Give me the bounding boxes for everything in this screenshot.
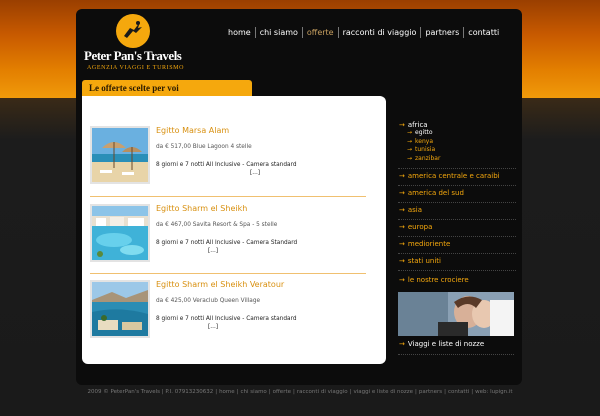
sidebar-item-europa[interactable]: → europa xyxy=(398,223,516,231)
nav-home[interactable]: home xyxy=(224,27,255,38)
arrow-icon: → xyxy=(407,129,413,136)
wedding-promo-image[interactable] xyxy=(398,292,514,336)
top-nav: home chi siamo offerte racconti di viagg… xyxy=(224,27,503,38)
logo-emblem-icon xyxy=(116,14,150,48)
sidebar-group: → asia xyxy=(398,203,516,220)
offer-more-link[interactable]: [...] xyxy=(208,248,218,254)
sidebar-group: → le nostre crociere xyxy=(398,271,516,289)
sidebar-sub-kenya[interactable]: → kenya xyxy=(407,138,516,147)
arrow-icon: → xyxy=(399,189,405,197)
sidebar-sub-tunisia[interactable]: → tunisia xyxy=(407,146,516,155)
offer-price: da € 517,00 Blue Lagoon 4 stelle xyxy=(156,144,252,150)
arrow-icon: → xyxy=(399,223,405,231)
nav-chi-siamo[interactable]: chi siamo xyxy=(254,27,302,38)
offer-description: 8 giorni e 7 notti All Inclusive - Camer… xyxy=(156,316,297,322)
offer-divider xyxy=(90,196,366,197)
footer-link-contatti[interactable]: contatti xyxy=(446,389,471,395)
arrow-icon: → xyxy=(399,276,405,284)
arrow-icon: → xyxy=(399,172,405,180)
sidebar-group: → america centrale e caraibi xyxy=(398,169,516,186)
sidebar-item-asia[interactable]: → asia xyxy=(398,206,516,214)
offer-card[interactable]: Egitto Sharm el Sheikh da € 467,00 Savit… xyxy=(90,204,372,266)
nav-partners[interactable]: partners xyxy=(420,27,463,38)
sidebar-group: → america del sud xyxy=(398,186,516,203)
brand-logo[interactable]: Peter Pan's Travels AGENZIA VIAGGI E TUR… xyxy=(84,14,194,71)
offer-title[interactable]: Egitto Marsa Alam xyxy=(156,126,229,135)
sidebar-item-stati-uniti[interactable]: → stati uniti xyxy=(398,257,516,265)
arrow-icon: → xyxy=(407,154,413,162)
arrow-icon: → xyxy=(399,257,405,265)
offer-description: 8 giorni e 7 notti All Inclusive - Camer… xyxy=(156,240,298,246)
footer-link-nozze[interactable]: viaggi e liste di nozze xyxy=(351,389,415,395)
nav-contatti[interactable]: contatti xyxy=(463,27,503,38)
offer-more-link[interactable]: [...] xyxy=(208,324,218,330)
footer: 2009 © PeterPan's Travels | P.I. 0791323… xyxy=(87,389,514,395)
offer-thumbnail[interactable] xyxy=(90,204,150,262)
sidebar-group: → stati uniti xyxy=(398,254,516,271)
offer-title[interactable]: Egitto Sharm el Sheikh xyxy=(156,204,247,213)
footer-link-partners[interactable]: partners xyxy=(417,389,444,395)
footer-link-offerte[interactable]: offerte xyxy=(271,389,293,395)
arrow-icon: → xyxy=(399,340,405,348)
footer-web-credit[interactable]: web: lupign.it xyxy=(473,389,514,395)
arrow-icon: → xyxy=(399,121,405,129)
brand-name: Peter Pan's Travels xyxy=(84,48,182,63)
sidebar-group: → europa xyxy=(398,220,516,237)
sidebar-item-medioriente[interactable]: → medioriente xyxy=(398,240,516,248)
footer-link-chi-siamo[interactable]: chi siamo xyxy=(239,389,269,395)
offer-description: 8 giorni e 7 notti All Inclusive - Camer… xyxy=(156,162,297,168)
footer-link-racconti[interactable]: racconti di viaggio xyxy=(295,389,350,395)
offer-price: da € 425,00 Veraclub Queen Village xyxy=(156,298,261,304)
offers-panel: Egitto Marsa Alam da € 517,00 Blue Lagoo… xyxy=(82,96,386,364)
offer-divider xyxy=(90,273,366,274)
wedding-promo-link[interactable]: → Viaggi e liste di nozze xyxy=(399,340,484,348)
sidebar-item-africa[interactable]: → africa xyxy=(398,121,516,129)
sidebar-sub-egitto[interactable]: → egitto xyxy=(407,129,516,138)
sidebar-divider xyxy=(398,354,514,355)
offer-title[interactable]: Egitto Sharm el Sheikh Veratour xyxy=(156,280,284,289)
section-title: Le offerte scelte per voi xyxy=(82,80,252,96)
offer-card[interactable]: Egitto Marsa Alam da € 517,00 Blue Lagoo… xyxy=(90,126,372,188)
offer-price: da € 467,00 Savita Resort & Spa - 5 stel… xyxy=(156,222,278,228)
footer-link-home[interactable]: home xyxy=(217,389,237,395)
offer-thumbnail[interactable] xyxy=(90,126,150,184)
arrow-icon: → xyxy=(399,240,405,248)
sidebar-group-africa: → africa → egitto → kenya → tunisia → zanziba… xyxy=(398,118,516,169)
sidebar-group: → medioriente xyxy=(398,237,516,254)
sidebar-item-america-centrale[interactable]: → america centrale e caraibi xyxy=(398,172,516,180)
arrow-icon: → xyxy=(399,206,405,214)
nav-racconti[interactable]: racconti di viaggio xyxy=(337,27,421,38)
offer-thumbnail[interactable] xyxy=(90,280,150,338)
sidebar-item-america-sud[interactable]: → america del sud xyxy=(398,189,516,197)
offer-card[interactable]: Egitto Sharm el Sheikh Veratour da € 425… xyxy=(90,280,372,342)
offer-more-link[interactable]: [...] xyxy=(250,170,260,176)
sidebar-item-crociere[interactable]: → le nostre crociere xyxy=(398,276,516,284)
nav-offerte[interactable]: offerte xyxy=(301,27,338,38)
sidebar-sub-zanzibar[interactable]: → zanzibar xyxy=(407,155,516,164)
destinations-sidebar: → africa → egitto → kenya → tunisia → zanziba… xyxy=(398,118,516,289)
brand-tagline: AGENZIA VIAGGI E TURISMO xyxy=(87,65,185,71)
arrow-icon: → xyxy=(407,146,413,153)
arrow-icon: → xyxy=(407,137,413,145)
footer-copyright: 2009 © PeterPan's Travels | P.I. 0791323… xyxy=(87,389,214,395)
